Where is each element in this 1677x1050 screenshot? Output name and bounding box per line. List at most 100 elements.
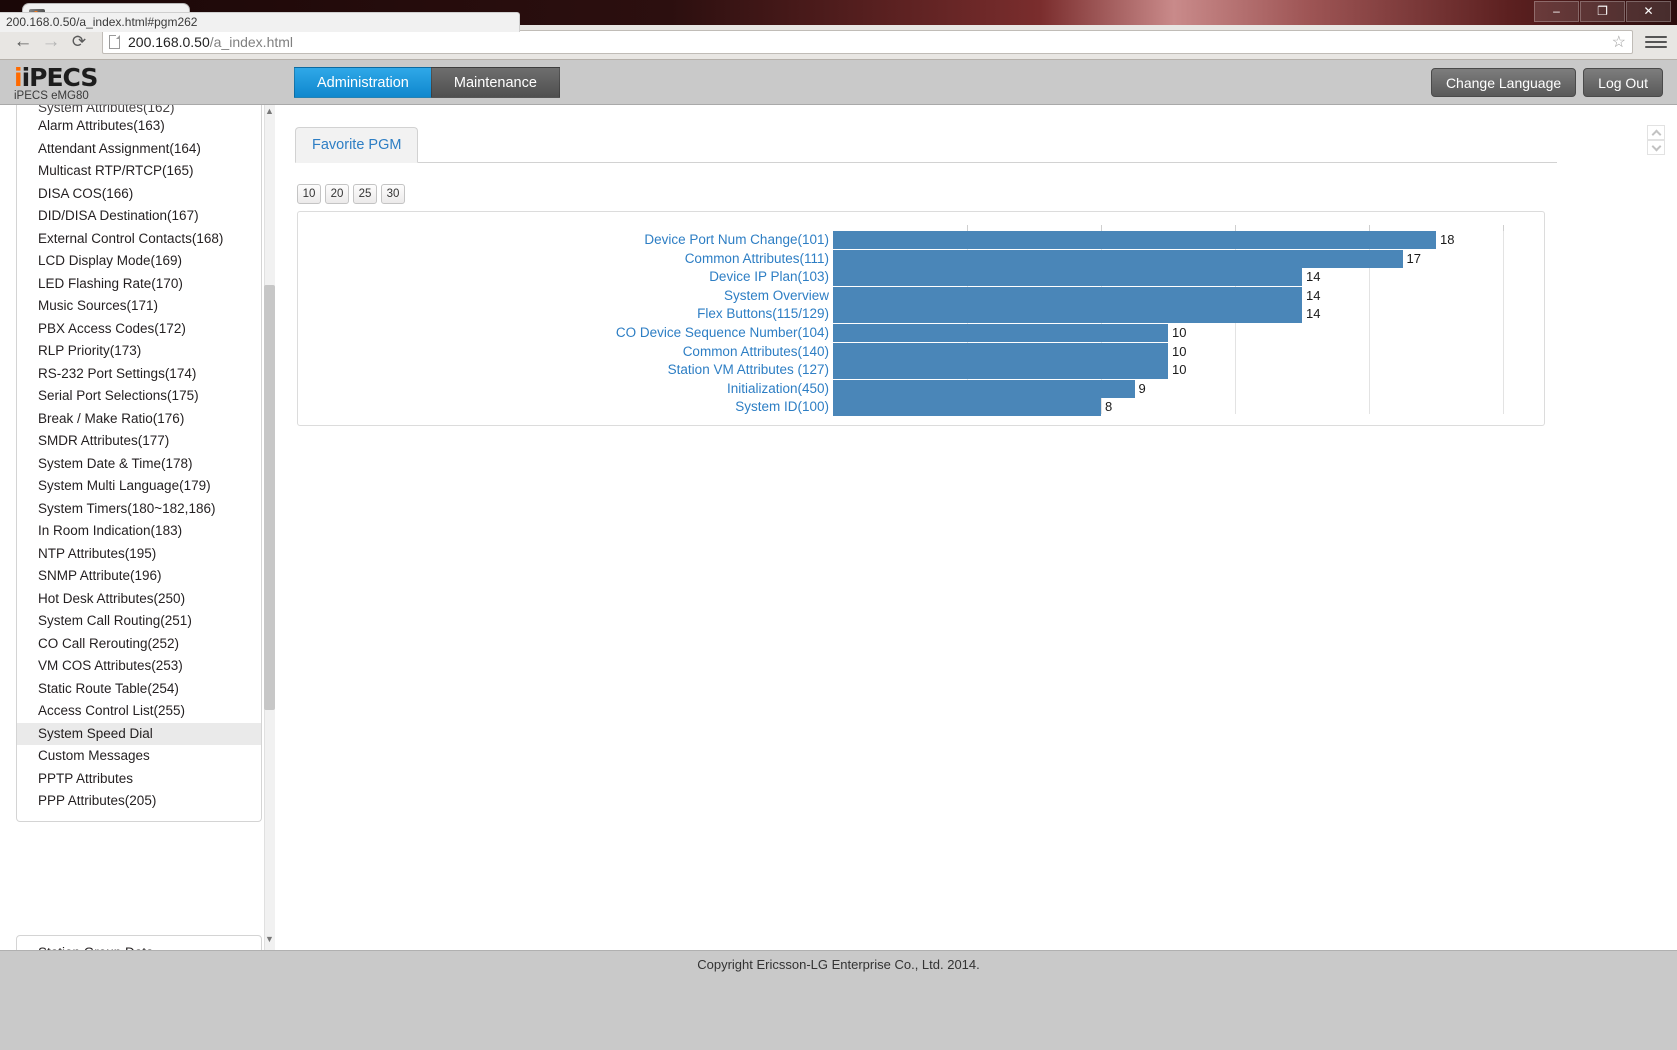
tab-favorite-pgm[interactable]: Favorite PGM (295, 127, 419, 163)
chart-category-label[interactable]: CO Device Sequence Number(104) (616, 324, 833, 342)
size-button-30[interactable]: 30 (381, 184, 405, 204)
chart-bar-row: Common Attributes(140) 10 (683, 342, 1503, 361)
app-footer: Copyright Ericsson-LG Enterprise Co., Lt… (0, 950, 1677, 1050)
chart-category-label[interactable]: Common Attributes(140) (683, 343, 833, 361)
sidebar-item-access-control-list-255[interactable]: Access Control List(255) (17, 700, 261, 723)
chart-bar-value: 18 (1440, 232, 1455, 247)
sidebar-item-ppp-attributes-205[interactable]: PPP Attributes(205) (17, 790, 261, 813)
chart-category-label[interactable]: Station VM Attributes (127) (668, 361, 833, 379)
browser-menu-icon[interactable] (1645, 29, 1667, 55)
close-window-button[interactable]: ✕ (1626, 1, 1671, 22)
sidebar-item-pptp-attributes[interactable]: PPTP Attributes (17, 768, 261, 791)
sidebar-item-serial-port-selections-175[interactable]: Serial Port Selections(175) (17, 385, 261, 408)
nav-tab-maintenance[interactable]: Maintenance (430, 67, 560, 98)
sidebar-item-system-call-routing-251[interactable]: System Call Routing(251) (17, 610, 261, 633)
chart-bar-value: 14 (1306, 287, 1321, 303)
sidebar-item-custom-messages[interactable]: Custom Messages (17, 745, 261, 768)
chart-bar-row: Device Port Num Change(101) 18 (644, 231, 1503, 249)
sidebar-item-multicast-rtp-rtcp-165[interactable]: Multicast RTP/RTCP(165) (17, 160, 261, 183)
sidebar-item-system-timers-180-182-186[interactable]: System Timers(180~182,186) (17, 498, 261, 521)
chart-bar-value: 14 (1306, 269, 1321, 285)
chart-category-label[interactable]: Initialization(450) (727, 380, 833, 398)
content-scroll-buttons (1647, 125, 1665, 155)
sidebar-item-system-speed-dial[interactable]: System Speed Dial (17, 722, 261, 745)
sidebar-item-alarm-attributes-163[interactable]: Alarm Attributes(163) (17, 115, 261, 138)
sidebar-item-music-sources-171[interactable]: Music Sources(171) (17, 295, 261, 318)
sidebar-item-rlp-priority-173[interactable]: RLP Priority(173) (17, 340, 261, 363)
chart-bar-row: CO Device Sequence Number(104) 10 (616, 324, 1503, 342)
browser-status-bar: 200.168.0.50/a_index.html#pgm262 (0, 12, 520, 32)
bar-chart-plot: Device Port Num Change(101) 18 Common Attr… (616, 225, 1504, 417)
chart-bar (833, 398, 1101, 417)
sidebar-item-rs-232-port-settings-174[interactable]: RS-232 Port Settings(174) (17, 363, 261, 386)
chart-category-label[interactable]: Flex Buttons(115/129) (697, 305, 833, 323)
chart-gridtick (1503, 225, 1504, 231)
maximize-button[interactable]: ❐ (1580, 1, 1625, 22)
minimize-button[interactable]: – (1534, 1, 1579, 22)
chart-category-label[interactable]: System Overview (724, 287, 833, 305)
back-icon[interactable]: ← (10, 29, 36, 55)
chart-bar (833, 342, 1168, 361)
sidebar-scroll-down-icon[interactable]: ▼ (264, 933, 275, 946)
chart-category-label[interactable]: System ID(100) (735, 398, 833, 416)
sidebar-item-pbx-access-codes-172[interactable]: PBX Access Codes(172) (17, 318, 261, 341)
chart-bar (833, 249, 1403, 268)
scroll-up-button[interactable] (1647, 125, 1665, 140)
chart-bar-value: 10 (1172, 362, 1187, 378)
nav-tab-administration[interactable]: Administration (294, 67, 431, 98)
sidebar-item-disa-cos-166[interactable]: DISA COS(166) (17, 183, 261, 206)
chevron-down-icon (1651, 141, 1661, 151)
chart-bar (833, 305, 1302, 324)
logo-text: iPECS (21, 63, 99, 92)
sidebar-item-clipped[interactable]: System Attributes(162) (17, 105, 261, 115)
chart-bar-value: 10 (1172, 343, 1187, 359)
chart-bar-value: 14 (1306, 306, 1321, 322)
chart-bar (833, 268, 1302, 287)
window-controls: – ❐ ✕ (1534, 1, 1671, 22)
sidebar-item-ntp-attributes-195[interactable]: NTP Attributes(195) (17, 543, 261, 566)
chart-bar-row: Initialization(450) 9 (727, 379, 1503, 398)
chart-bar-value: 9 (1138, 380, 1146, 396)
sidebar-item-external-control-contacts-168[interactable]: External Control Contacts(168) (17, 228, 261, 251)
sidebar-item-in-room-indication-183[interactable]: In Room Indication(183) (17, 520, 261, 543)
log-out-button[interactable]: Log Out (1583, 68, 1663, 97)
sidebar-item-lcd-display-mode-169[interactable]: LCD Display Mode(169) (17, 250, 261, 273)
size-button-20[interactable]: 20 (325, 184, 349, 204)
size-button-10[interactable]: 10 (297, 184, 321, 204)
sidebar-item-smdr-attributes-177[interactable]: SMDR Attributes(177) (17, 430, 261, 453)
chart-category-label[interactable]: Common Attributes(111) (685, 250, 833, 268)
sidebar-group-station-group-data[interactable]: Station Group Data (16, 935, 262, 950)
chart-category-label[interactable]: Device IP Plan(103) (709, 268, 833, 286)
page-info-icon (109, 35, 120, 49)
sidebar-item-vm-cos-attributes-253[interactable]: VM COS Attributes(253) (17, 655, 261, 678)
sidebar-item-co-call-rerouting-252[interactable]: CO Call Rerouting(252) (17, 633, 261, 656)
app-logo: iiPECS iPECS eMG80 (14, 63, 99, 102)
app-header: iiPECS iPECS eMG80 Administration Mainte… (0, 60, 1677, 105)
sidebar-scrollbar-thumb[interactable] (264, 285, 275, 710)
sidebar-scroll-up-icon[interactable]: ▲ (264, 105, 275, 118)
main-nav-tabs: Administration Maintenance (294, 67, 560, 98)
change-language-button[interactable]: Change Language (1430, 68, 1577, 97)
scroll-down-button[interactable] (1647, 140, 1665, 155)
chart-bar-value: 10 (1172, 325, 1187, 340)
url-host: 200.168.0.50 (128, 34, 210, 50)
url-path: /a_index.html (209, 34, 294, 50)
size-button-25[interactable]: 25 (353, 184, 377, 204)
sidebar-item-system-date-time-178[interactable]: System Date & Time(178) (17, 453, 261, 476)
chart-bar-value: 17 (1406, 250, 1421, 266)
sidebar-item-did-disa-destination-167[interactable]: DID/DISA Destination(167) (17, 205, 261, 228)
address-bar[interactable]: 200.168.0.50/a_index.html ☆ (102, 30, 1633, 54)
sidebar-item-attendant-assignment-164[interactable]: Attendant Assignment(164) (17, 138, 261, 161)
sidebar-item-break-make-ratio-176[interactable]: Break / Make Ratio(176) (17, 408, 261, 431)
chart-bar (833, 286, 1302, 305)
chart-category-label[interactable]: Device Port Num Change(101) (644, 231, 833, 249)
chart-bar (833, 379, 1135, 398)
reload-icon[interactable]: ⟳ (66, 29, 92, 55)
sidebar-item-system-multi-language-179[interactable]: System Multi Language(179) (17, 475, 261, 498)
sidebar-item-led-flashing-rate-170[interactable]: LED Flashing Rate(170) (17, 273, 261, 296)
sidebar-item-snmp-attribute-196[interactable]: SNMP Attribute(196) (17, 565, 261, 588)
sidebar-item-static-route-table-254[interactable]: Static Route Table(254) (17, 678, 261, 701)
bookmark-star-icon[interactable]: ☆ (1612, 32, 1626, 52)
forward-icon[interactable]: → (38, 29, 64, 55)
sidebar-item-hot-desk-attributes-250[interactable]: Hot Desk Attributes(250) (17, 588, 261, 611)
